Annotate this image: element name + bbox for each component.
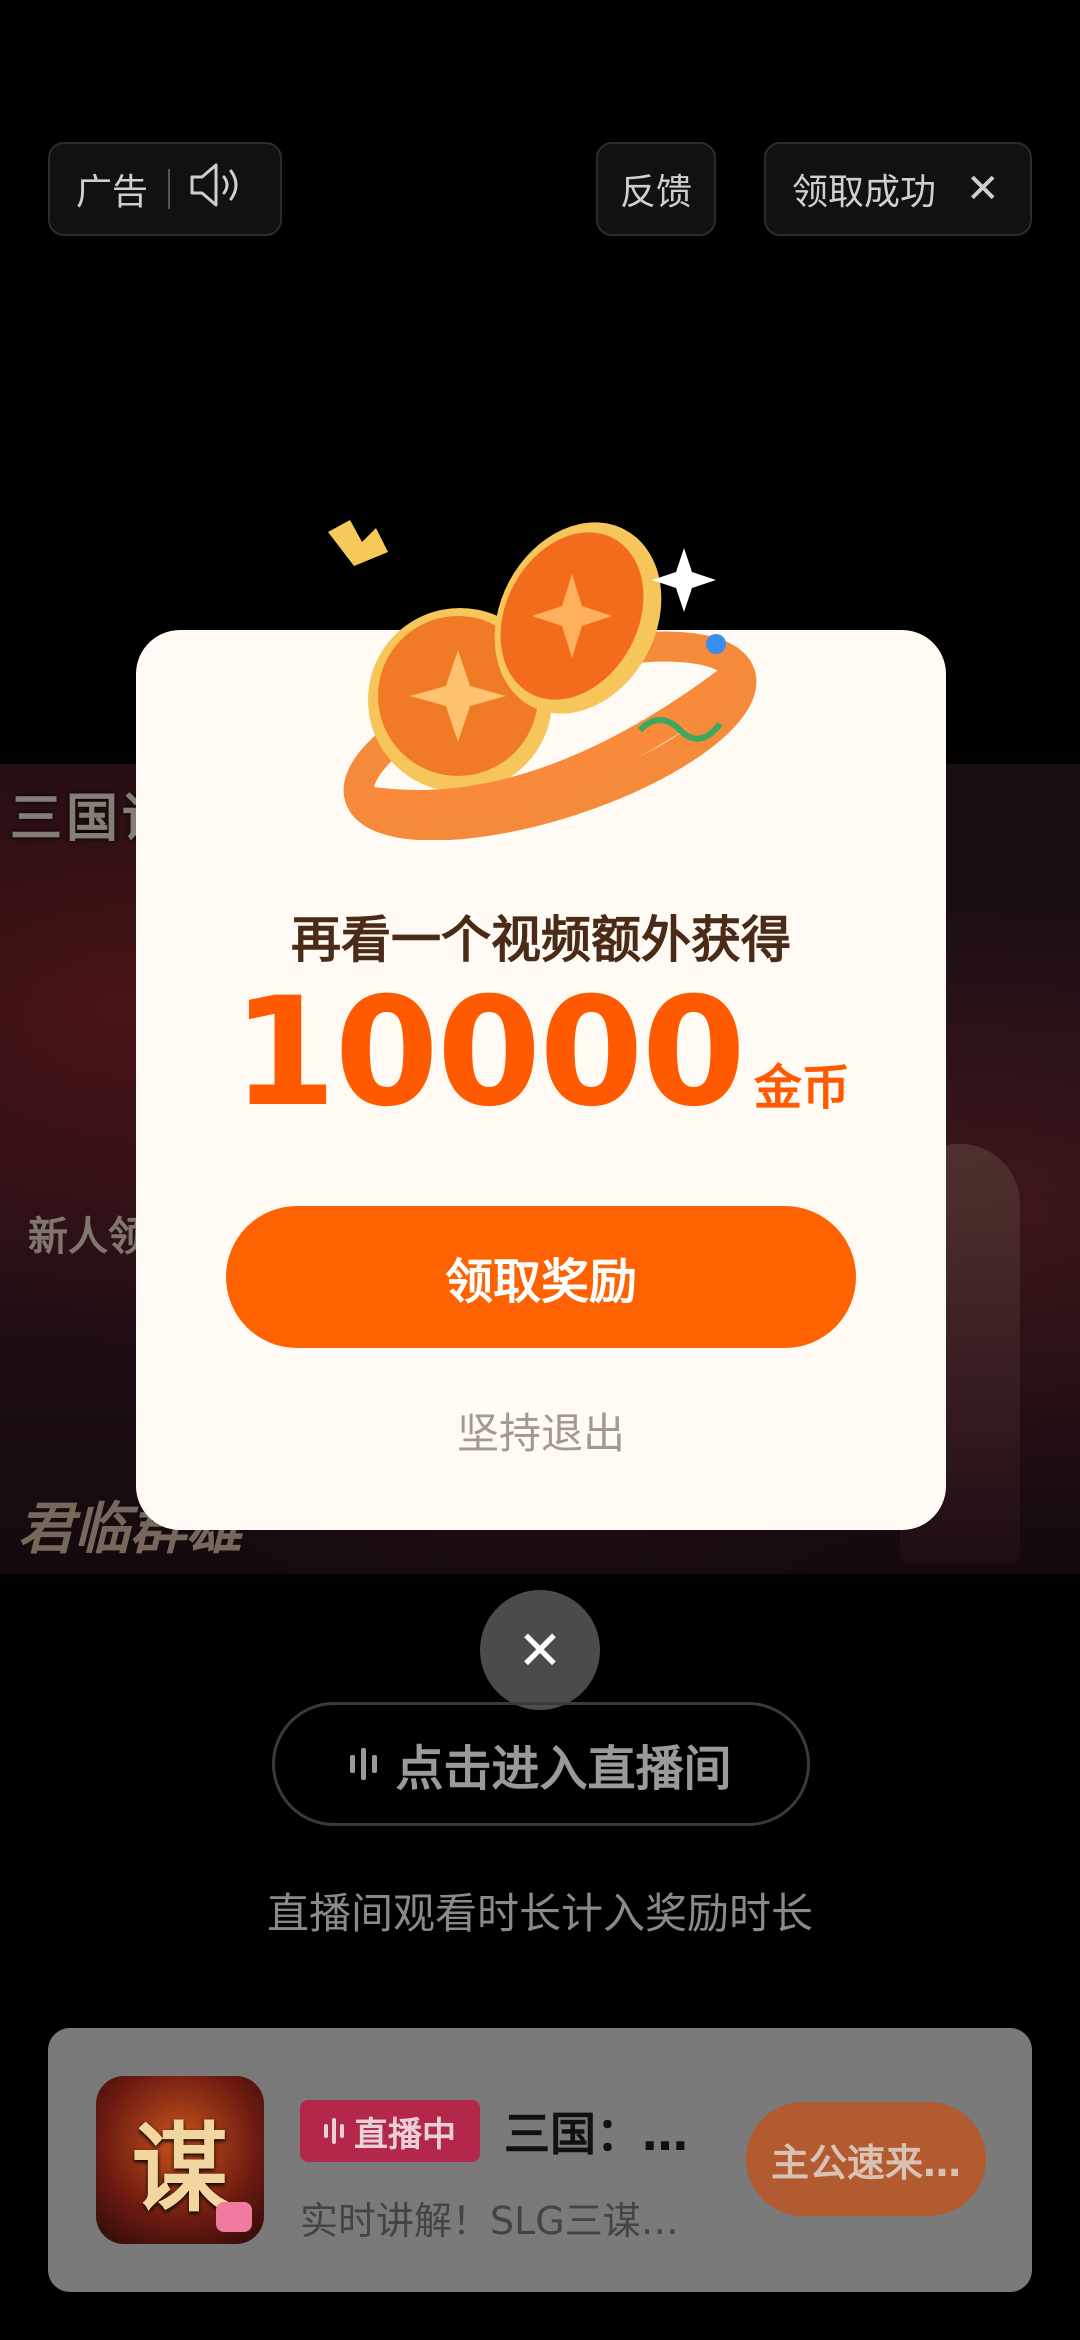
screen: 三国谋定 新人领 君临群雄 广告 反馈 领取成功 ✕ 再看一个视频额外获得 10…: [0, 0, 1080, 2340]
quit-link[interactable]: 坚持退出: [136, 1400, 946, 1461]
live-badge-label: 直播中: [354, 2114, 456, 2155]
divider: [168, 169, 171, 209]
app-icon[interactable]: 谋: [96, 2076, 264, 2244]
coin-ribbon-icon: [328, 520, 757, 840]
live-wave-icon: [350, 1748, 378, 1780]
reward-amount-line: 10000 金币: [136, 968, 946, 1138]
speaker-icon[interactable]: [188, 161, 244, 218]
app-ad-card[interactable]: 谋 直播中 三国：… 实时讲解！SLG三谋… 主公速来…: [48, 2028, 1032, 2292]
card-description: 实时讲解！SLG三谋…: [300, 2199, 679, 2243]
live-wave-icon: [324, 2118, 344, 2144]
close-icon: ✕: [966, 166, 1000, 212]
reward-subtitle: 再看一个视频额外获得: [291, 911, 791, 969]
enter-live-label: 点击进入直播间: [395, 1741, 732, 1797]
cta-button[interactable]: 主公速来…: [746, 2102, 986, 2216]
tv-icon: [216, 2202, 252, 2232]
live-badge: 直播中: [300, 2100, 480, 2162]
close-icon: ✕: [517, 1618, 563, 1682]
reward-unit: 金币: [753, 1060, 850, 1116]
feedback-button[interactable]: 反馈: [596, 142, 716, 236]
reward-amount: 10000: [232, 966, 746, 1140]
reward-status-label: 领取成功: [792, 172, 937, 213]
ad-indicator: 广告: [48, 142, 282, 236]
enter-live-room-button[interactable]: 点击进入直播间: [272, 1702, 810, 1826]
reward-close-button[interactable]: 领取成功 ✕: [764, 142, 1032, 236]
card-title: 三国：…: [504, 2107, 688, 2161]
ad-label: 广告: [76, 172, 149, 213]
feedback-label: 反馈: [619, 172, 692, 213]
live-hint: 直播间观看时长计入奖励时长: [266, 1889, 813, 1938]
dialog-close-button[interactable]: ✕: [480, 1590, 600, 1710]
app-icon-glyph: 谋: [132, 2111, 228, 2225]
claim-reward-button[interactable]: 领取奖励: [226, 1206, 856, 1348]
